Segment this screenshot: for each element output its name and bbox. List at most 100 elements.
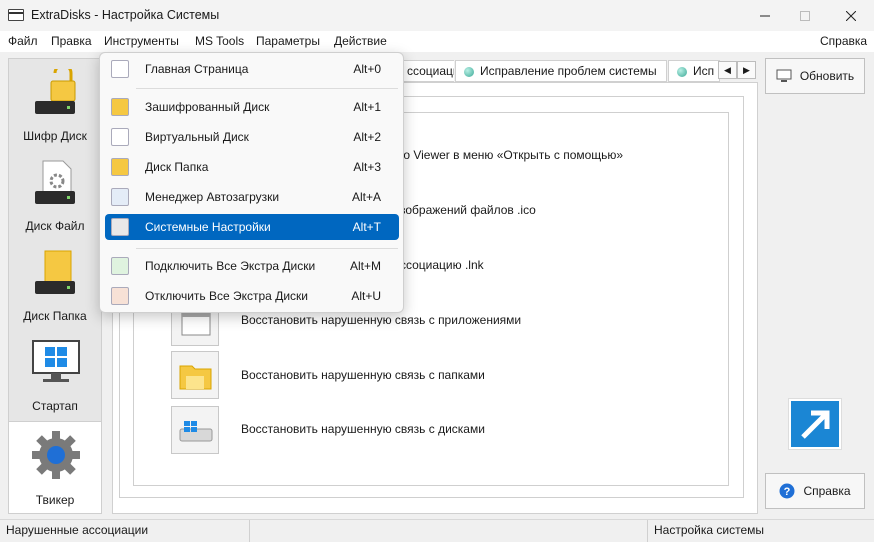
sidebar-item-startup[interactable]: Стартап: [9, 329, 101, 419]
menu-item-label: Зашифрованный Диск: [145, 100, 270, 114]
help-button[interactable]: ? Справка: [765, 473, 865, 509]
status-bar: Нарушенные ассоциации Настройка системы: [0, 519, 874, 542]
row-text[interactable]: Восстановить нарушенную связь с приложен…: [241, 313, 521, 327]
menu-action[interactable]: Действие: [334, 34, 387, 48]
status-right: Настройка системы: [654, 523, 765, 537]
menu-item-startup-manager[interactable]: Менеджер Автозагрузки Alt+A: [105, 184, 399, 210]
menu-item-shortcut: Alt+3: [353, 160, 381, 174]
help-button-label: Справка: [803, 484, 851, 498]
tab-label: ссоциации: [407, 64, 454, 78]
status-middle: [250, 520, 648, 542]
menu-item-label: Виртуальный Диск: [145, 130, 249, 144]
menu-item-encrypted-disk[interactable]: Зашифрованный Диск Alt+1: [105, 94, 399, 120]
folder-disk-icon: [111, 158, 129, 176]
encrypted-drive-icon: [35, 69, 76, 114]
virtual-disk-icon: [111, 128, 129, 146]
menu-item-label: Диск Папка: [145, 160, 209, 174]
menu-file[interactable]: Файл: [8, 34, 38, 48]
tab-dot-icon: [464, 67, 474, 77]
refresh-button[interactable]: Обновить: [765, 58, 865, 94]
menu-help[interactable]: Справка: [820, 34, 867, 48]
row-text[interactable]: зображений файлов .ico: [400, 203, 536, 217]
tab-scroll-right-button[interactable]: ▶: [737, 61, 756, 79]
svg-text:?: ?: [784, 486, 791, 498]
minimize-icon: [760, 15, 770, 16]
menu-item-shortcut: Alt+2: [353, 130, 381, 144]
menu-edit[interactable]: Правка: [51, 34, 92, 48]
unmount-all-icon: [111, 287, 129, 305]
startup-manager-icon: [111, 188, 129, 206]
sidebar: Шифр Диск Диск Файл Диск Папка Стартап Т…: [8, 58, 102, 514]
status-left: Нарушенные ассоциации: [0, 520, 250, 542]
menu-item-mount-all[interactable]: Подключить Все Экстра Диски Alt+M: [105, 253, 399, 279]
menu-tools[interactable]: Инструменты: [104, 34, 179, 48]
menu-item-label: Системные Настройки: [145, 220, 271, 234]
menu-item-folder-disk[interactable]: Диск Папка Alt+3: [105, 154, 399, 180]
gear-icon: [32, 431, 80, 479]
title-bar: ExtraDisks - Настройка Системы: [0, 0, 874, 31]
menu-item-shortcut: Alt+U: [351, 289, 381, 303]
menu-item-unmount-all[interactable]: Отключить Все Экстра Диски Alt+U: [105, 283, 399, 309]
home-page-icon: [111, 60, 129, 78]
sidebar-item-tweaker[interactable]: Твикер: [9, 421, 101, 513]
refresh-button-label: Обновить: [799, 69, 855, 83]
system-settings-icon: [111, 218, 129, 236]
app-icon: [8, 9, 24, 21]
maximize-icon: [800, 10, 810, 21]
menu-item-label: Главная Страница: [145, 62, 249, 76]
sidebar-item-label: Стартап: [32, 399, 78, 413]
tab-label: Исп: [693, 64, 715, 78]
folder-drive-icon: [35, 250, 75, 294]
folder-icon: [179, 365, 212, 390]
window-title: ExtraDisks - Настройка Системы: [31, 8, 220, 22]
help-icon: ?: [779, 483, 795, 499]
row-text[interactable]: to Viewer в меню «Открыть с помощью»: [400, 148, 623, 162]
menu-ms-tools[interactable]: MS Tools: [195, 34, 244, 48]
menu-item-shortcut: Alt+0: [353, 62, 381, 76]
tab-associations[interactable]: ссоциации: [402, 60, 454, 82]
go-arrow-button[interactable]: [788, 398, 842, 450]
folder-association-icon[interactable]: [171, 351, 219, 399]
startup-monitor-icon: [32, 340, 80, 382]
file-drive-icon: [35, 160, 75, 204]
sidebar-item-encrypted-drive[interactable]: Шифр Диск: [9, 59, 101, 149]
arrow-up-right-icon: [791, 401, 839, 447]
maximize-button[interactable]: [782, 0, 828, 31]
tab-fix-system-problems[interactable]: Исправление проблем системы: [455, 60, 667, 82]
menu-separator: [136, 248, 398, 249]
menu-item-shortcut: Alt+1: [353, 100, 381, 114]
menu-item-label: Подключить Все Экстра Диски: [145, 259, 316, 273]
close-button[interactable]: [828, 0, 874, 31]
tab-scroll-arrows: ◀ ▶: [718, 61, 756, 79]
menu-options[interactable]: Параметры: [256, 34, 320, 48]
menu-item-system-settings[interactable]: Системные Настройки Alt+T: [105, 214, 399, 240]
menu-item-virtual-disk[interactable]: Виртуальный Диск Alt+2: [105, 124, 399, 150]
menu-bar: Файл Правка Инструменты MS Tools Парамет…: [0, 31, 874, 52]
disk-association-icon[interactable]: [171, 406, 219, 454]
disk-icon: [179, 421, 213, 442]
sidebar-item-file-drive[interactable]: Диск Файл: [9, 149, 101, 239]
row-text[interactable]: Восстановить нарушенную связь с дисками: [241, 422, 485, 436]
menu-item-label: Менеджер Автозагрузки: [145, 190, 280, 204]
tab-dot-icon: [677, 67, 687, 77]
tab-label: Исправление проблем системы: [480, 64, 657, 78]
sidebar-item-label: Твикер: [35, 493, 75, 507]
tab-partial-right[interactable]: Исп: [668, 60, 720, 82]
row-text[interactable]: ссоциацию .lnk: [400, 258, 484, 272]
sidebar-item-label: Шифр Диск: [23, 129, 87, 143]
menu-item-shortcut: Alt+T: [352, 220, 381, 234]
menu-item-home-page[interactable]: Главная Страница Alt+0: [105, 56, 399, 82]
encrypted-disk-icon: [111, 98, 129, 116]
monitor-icon: [776, 69, 792, 82]
sidebar-item-folder-drive[interactable]: Диск Папка: [9, 239, 101, 329]
tab-scroll-left-button[interactable]: ◀: [718, 61, 737, 79]
menu-item-label: Отключить Все Экстра Диски: [145, 289, 308, 303]
row-text[interactable]: Восстановить нарушенную связь с папками: [241, 368, 485, 382]
sidebar-item-label: Диск Файл: [25, 219, 85, 233]
mount-all-icon: [111, 257, 129, 275]
tools-dropdown-menu: Главная Страница Alt+0 Зашифрованный Дис…: [99, 52, 404, 313]
menu-separator: [136, 88, 398, 89]
menu-item-shortcut: Alt+A: [351, 190, 381, 204]
sidebar-item-label: Диск Папка: [23, 309, 87, 323]
close-icon: [846, 10, 856, 21]
